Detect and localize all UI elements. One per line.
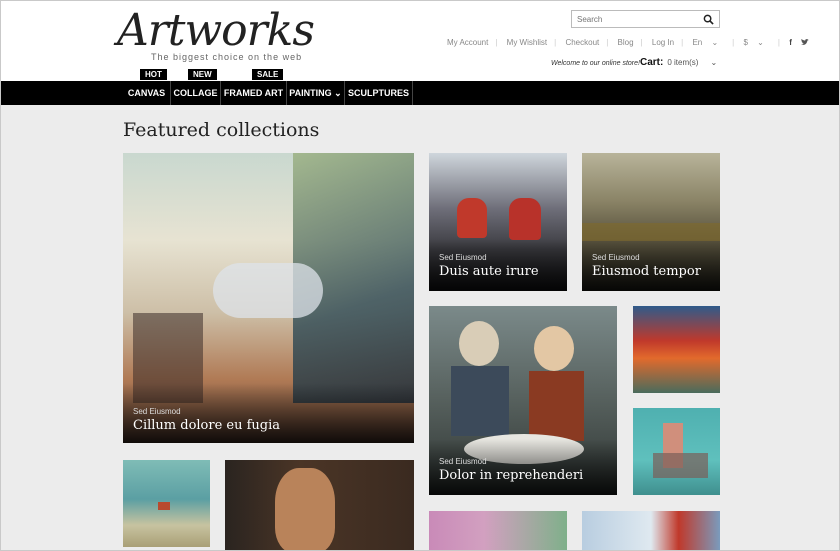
- chevron-down-icon: ⌄: [711, 38, 719, 47]
- twitter-icon[interactable]: [801, 39, 809, 46]
- divider: |: [495, 38, 498, 47]
- collection-tile-5[interactable]: [633, 306, 720, 393]
- language-select[interactable]: En ⌄: [692, 38, 725, 47]
- chevron-down-icon: ⌄: [334, 88, 342, 98]
- badge-hot: HOT: [140, 69, 167, 80]
- top-links: My Account | My Wishlist | Checkout | Blog |…: [447, 38, 809, 47]
- chevron-down-icon: ⌄: [710, 58, 718, 67]
- section-title: Featured collections: [123, 119, 320, 141]
- tile-caption: Sed Eiusmod Cillum dolore eu fugia: [123, 383, 414, 443]
- nav-item-sculptures[interactable]: SCULPTURES: [345, 81, 413, 105]
- artwork-figure-red: [457, 198, 487, 238]
- divider: |: [606, 38, 609, 47]
- currency-value: $: [743, 38, 748, 47]
- badge-new: NEW: [188, 69, 217, 80]
- artwork-figure: [213, 263, 323, 318]
- collection-tile-1[interactable]: Sed Eiusmod Cillum dolore eu fugia: [123, 153, 414, 443]
- tile-subtitle: Sed Eiusmod: [592, 253, 640, 262]
- nav-item-framed-art[interactable]: FRAMED ART: [221, 81, 287, 105]
- collection-tile-6[interactable]: [633, 408, 720, 495]
- cart-summary[interactable]: Cart: 0 item(s) ⌄: [640, 57, 717, 68]
- collection-tile-7[interactable]: [123, 460, 210, 547]
- tile-caption: Sed Eiusmod Duis aute irure: [429, 239, 567, 291]
- collection-tile-8[interactable]: [225, 460, 414, 550]
- link-my-wishlist[interactable]: My Wishlist: [507, 38, 547, 47]
- welcome-text: Welcome to our online store!: [551, 60, 640, 67]
- link-my-account[interactable]: My Account: [447, 38, 488, 47]
- search-icon[interactable]: [703, 14, 714, 25]
- chevron-down-icon: ⌄: [757, 38, 764, 47]
- tile-subtitle: Sed Eiusmod: [439, 253, 487, 262]
- nav-item-painting[interactable]: PAINTING ⌄: [287, 81, 345, 105]
- divider: |: [681, 38, 684, 47]
- artwork-face: [275, 468, 335, 550]
- nav-item-canvas[interactable]: CANVAS: [123, 81, 171, 105]
- divider: |: [640, 38, 643, 47]
- main-nav: CANVAS COLLAGE FRAMED ART PAINTING ⌄ SCU…: [1, 81, 839, 105]
- cart-label: Cart:: [640, 57, 664, 68]
- nav-item-painting-label: PAINTING: [289, 88, 332, 98]
- collection-tile-3[interactable]: Sed Eiusmod Eiusmod tempor: [582, 153, 720, 291]
- artwork-face: [534, 326, 574, 371]
- artwork-figure: [529, 371, 584, 441]
- facebook-icon[interactable]: f: [789, 38, 792, 47]
- link-blog[interactable]: Blog: [618, 38, 634, 47]
- tile-title[interactable]: Cillum dolore eu fugia: [133, 418, 404, 433]
- artwork-face: [459, 321, 499, 366]
- divider: |: [554, 38, 557, 47]
- badge-sale: SALE: [252, 69, 284, 80]
- page-frame: Artworks The biggest choice on the web M…: [0, 0, 840, 551]
- link-checkout[interactable]: Checkout: [565, 38, 599, 47]
- language-value: En: [692, 38, 703, 47]
- collection-tile-9[interactable]: [429, 511, 567, 550]
- header: Artworks The biggest choice on the web M…: [1, 1, 839, 81]
- collection-tile-4[interactable]: Sed Eiusmod Dolor in reprehenderi: [429, 306, 617, 495]
- tile-caption: Sed Eiusmod Dolor in reprehenderi: [429, 439, 617, 495]
- artwork-figure: [653, 453, 708, 478]
- artwork-figure: [158, 502, 170, 510]
- divider: |: [732, 38, 735, 47]
- cart-count: 0 item(s): [667, 58, 699, 67]
- collection-tile-10[interactable]: [582, 511, 720, 550]
- collection-tile-2[interactable]: Sed Eiusmod Duis aute irure: [429, 153, 567, 291]
- tile-caption: Sed Eiusmod Eiusmod tempor: [582, 239, 720, 291]
- tagline: The biggest choice on the web: [151, 52, 303, 62]
- tile-subtitle: Sed Eiusmod: [439, 457, 487, 466]
- tile-title[interactable]: Dolor in reprehenderi: [439, 468, 607, 483]
- logo[interactable]: Artworks: [117, 5, 315, 56]
- search-input[interactable]: [577, 13, 695, 25]
- search-box[interactable]: [571, 10, 720, 28]
- link-log-in[interactable]: Log In: [652, 38, 674, 47]
- currency-select[interactable]: $ ⌄: [743, 38, 770, 47]
- tile-title[interactable]: Duis aute irure: [439, 264, 557, 279]
- tile-title[interactable]: Eiusmod tempor: [592, 264, 710, 279]
- artwork-figure: [451, 366, 509, 436]
- tile-subtitle: Sed Eiusmod: [133, 407, 181, 416]
- divider: |: [777, 38, 780, 47]
- artwork-figure-red: [509, 198, 541, 240]
- nav-item-collage[interactable]: COLLAGE: [171, 81, 221, 105]
